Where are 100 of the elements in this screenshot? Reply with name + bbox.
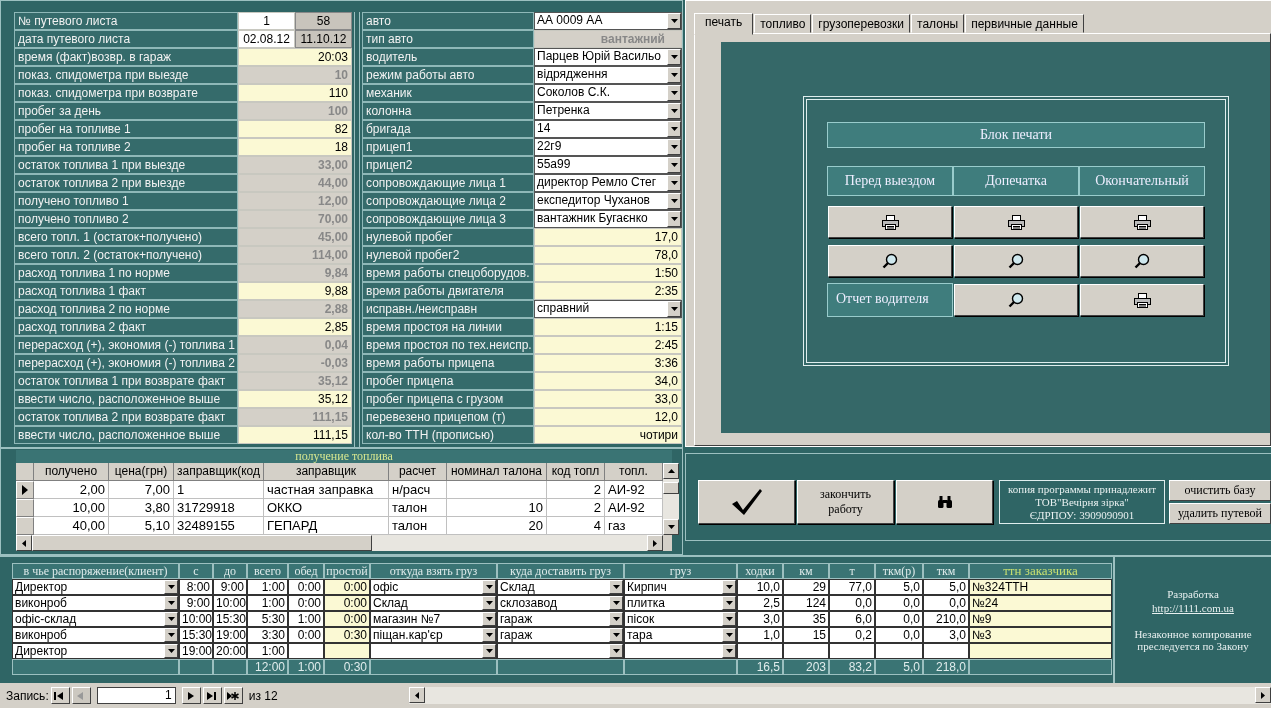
table-cell[interactable] <box>923 643 969 659</box>
dropdown-button[interactable] <box>667 13 681 29</box>
input-field[interactable]: 0:00 <box>324 595 370 611</box>
table-cell[interactable] <box>783 643 829 659</box>
input-field[interactable]: 1:50 <box>534 264 682 282</box>
input-field[interactable]: 34,0 <box>534 372 682 390</box>
input-field[interactable]: 9,88 <box>238 282 352 300</box>
first-record-button[interactable] <box>50 687 70 704</box>
dropdown-button[interactable] <box>609 580 623 594</box>
next-record-button[interactable] <box>181 687 201 704</box>
dropdown-field[interactable]: справний <box>534 300 682 318</box>
input-field[interactable]: 12,0 <box>534 408 682 426</box>
table-cell[interactable] <box>875 643 923 659</box>
input-field[interactable]: 0:00 <box>324 579 370 595</box>
input-field[interactable]: 2:45 <box>534 336 682 354</box>
dropdown-field[interactable]: відрядження <box>534 66 682 84</box>
table-cell[interactable]: 3,0 <box>737 611 783 627</box>
print-button[interactable] <box>954 206 1078 238</box>
table-cell[interactable]: 1:00 <box>288 611 324 627</box>
table-cell[interactable]: 15 <box>783 627 829 643</box>
table-cell[interactable]: 19:00 <box>179 643 213 659</box>
table-cell[interactable]: 2,5 <box>737 595 783 611</box>
scroll-thumb[interactable] <box>32 535 372 551</box>
finish-button[interactable]: закончить работу <box>797 480 894 524</box>
confirm-button[interactable] <box>698 480 795 524</box>
dropdown-button[interactable] <box>482 628 496 642</box>
dropdown-button[interactable] <box>722 580 736 594</box>
dropdown-button[interactable] <box>164 644 178 658</box>
input-field[interactable]: 1:15 <box>534 318 682 336</box>
table-cell[interactable]: 20:00 <box>213 643 247 659</box>
dropdown-button[interactable] <box>667 67 681 83</box>
dropdown-button[interactable] <box>667 85 681 101</box>
dropdown-button[interactable] <box>482 612 496 626</box>
dropdown-field[interactable]: виконроб <box>12 595 179 611</box>
input-field[interactable]: 110 <box>238 84 352 102</box>
dropdown-button[interactable] <box>722 644 736 658</box>
input-field[interactable]: 3:36 <box>534 354 682 372</box>
table-cell[interactable]: 8:00 <box>179 579 213 595</box>
dropdown-field[interactable]: 55а99 <box>534 156 682 174</box>
dropdown-field[interactable] <box>370 643 497 659</box>
table-cell[interactable]: 1,0 <box>737 627 783 643</box>
dropdown-field[interactable]: гараж <box>497 611 624 627</box>
dropdown-field[interactable]: виконроб <box>12 627 179 643</box>
dropdown-button[interactable] <box>667 103 681 119</box>
column-header[interactable]: код топл <box>547 463 605 481</box>
dropdown-button[interactable] <box>164 612 178 626</box>
input-field[interactable]: 33,0 <box>534 390 682 408</box>
table-cell[interactable]: 9:00 <box>179 595 213 611</box>
dropdown-button[interactable] <box>667 121 681 137</box>
dropdown-button[interactable] <box>667 139 681 155</box>
row-selector[interactable] <box>16 481 34 499</box>
tab[interactable]: первичные данные <box>965 14 1084 33</box>
input-field[interactable]: 18 <box>238 138 352 156</box>
dropdown-field[interactable]: Кирпич <box>624 579 737 595</box>
input-field[interactable]: чотири <box>534 426 682 444</box>
dropdown-field[interactable]: 14 <box>534 120 682 138</box>
dropdown-button[interactable] <box>667 157 681 173</box>
table-cell[interactable]: 0:00 <box>288 595 324 611</box>
print-button[interactable] <box>1080 206 1204 238</box>
input-field[interactable]: 20:03 <box>238 48 352 66</box>
input-field[interactable]: №3 <box>969 627 1112 643</box>
dropdown-field[interactable]: офіс-склад <box>12 611 179 627</box>
dropdown-button[interactable] <box>667 49 681 65</box>
dropdown-button[interactable] <box>722 596 736 610</box>
print-button[interactable] <box>828 206 952 238</box>
input-field[interactable]: 0:30 <box>324 627 370 643</box>
input-field[interactable]: №324ТТН <box>969 579 1112 595</box>
table-cell[interactable]: 15:30 <box>179 627 213 643</box>
horizontal-scrollbar[interactable] <box>16 535 663 551</box>
table-cell[interactable]: 77,0 <box>829 579 875 595</box>
dropdown-field[interactable]: офіс <box>370 579 497 595</box>
dropdown-field[interactable]: магазин №7 <box>370 611 497 627</box>
dropdown-field[interactable]: Соколов С.К. <box>534 84 682 102</box>
preview-button[interactable] <box>828 245 952 277</box>
print-button[interactable] <box>1080 284 1204 316</box>
table-cell[interactable]: 0,0 <box>829 595 875 611</box>
dropdown-field[interactable]: Директор <box>12 643 179 659</box>
find-button[interactable] <box>896 480 993 524</box>
dropdown-button[interactable] <box>482 580 496 594</box>
input-field[interactable] <box>969 643 1112 659</box>
table-cell[interactable]: 3:30 <box>247 627 288 643</box>
table-cell[interactable]: 5:30 <box>247 611 288 627</box>
table-cell[interactable]: 5,0 <box>875 579 923 595</box>
table-cell[interactable]: 10,0 <box>737 579 783 595</box>
tab[interactable]: талоны <box>911 14 965 33</box>
dropdown-button[interactable] <box>667 193 681 209</box>
dropdown-field[interactable]: експедитор Чуханов <box>534 192 682 210</box>
dropdown-button[interactable] <box>722 628 736 642</box>
tab[interactable]: топливо <box>754 14 812 33</box>
dropdown-button[interactable] <box>164 628 178 642</box>
table-cell[interactable]: 9:00 <box>213 579 247 595</box>
table-cell[interactable] <box>737 643 783 659</box>
table-cell[interactable]: 1:00 <box>247 595 288 611</box>
preview-button[interactable] <box>954 245 1078 277</box>
horizontal-scrollbar[interactable] <box>408 687 1271 704</box>
dropdown-button[interactable] <box>164 580 178 594</box>
dropdown-button[interactable] <box>722 612 736 626</box>
dropdown-field[interactable]: пісок <box>624 611 737 627</box>
input-field[interactable]: 78,0 <box>534 246 682 264</box>
table-cell[interactable]: 0,0 <box>875 611 923 627</box>
